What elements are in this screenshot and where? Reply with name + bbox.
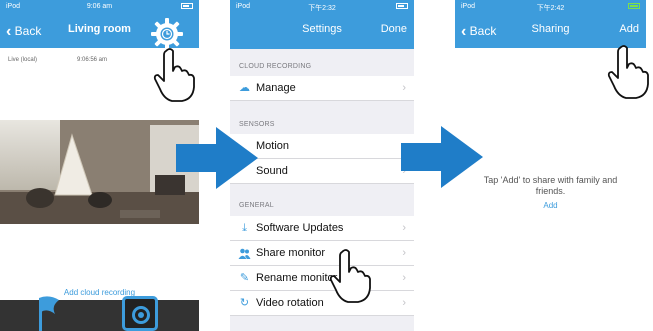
add-button[interactable]: Add [619, 23, 639, 35]
status-bar: iPod 下午2:32 [230, 0, 414, 14]
sharing-instructions: Tap 'Add' to share with family and frien… [465, 175, 636, 197]
chevron-right-icon: › [402, 247, 406, 259]
arrow-right-icon [401, 126, 483, 188]
hand-pointer-icon [153, 48, 195, 102]
row-label: Video rotation [256, 297, 324, 309]
settings-gear-icon[interactable] [150, 17, 184, 51]
settings-row-rename-monitor[interactable]: ✎ Rename monitor › [230, 266, 414, 291]
battery-icon [181, 3, 193, 10]
status-time: 下午2:32 [308, 5, 336, 12]
battery-icon [628, 3, 640, 10]
status-time: 下午2:42 [536, 5, 565, 12]
camera-icon[interactable] [122, 296, 158, 331]
hand-pointer-icon [329, 249, 371, 303]
section-header-cloud-recording: CLOUD RECORDING [239, 63, 312, 70]
flag-icon[interactable] [33, 294, 65, 331]
add-cloud-recording-link[interactable]: Add cloud recording [0, 288, 199, 297]
arrow-right-icon [176, 127, 258, 189]
pencil-icon: ✎ [239, 272, 250, 284]
section-header-general: GENERAL [239, 202, 274, 209]
live-time: 9:06:56 am [77, 57, 108, 63]
sharing-message-line2: friends. [535, 186, 566, 196]
status-bar: iPod 下午2:42 [455, 0, 646, 14]
hand-pointer-icon [607, 45, 649, 99]
nav-bar: ‹ Back Sharing Add [455, 14, 646, 48]
settings-row-video-rotation[interactable]: ↻ Video rotation › [230, 291, 414, 316]
add-link[interactable]: Add [455, 201, 646, 210]
row-label: Motion [256, 140, 290, 152]
chevron-right-icon: › [402, 222, 406, 234]
battery-icon [396, 3, 408, 10]
page-title: Sharing [531, 23, 570, 35]
cloud-icon: ☁ [239, 82, 250, 94]
nav-bar: Settings Done [230, 14, 414, 48]
row-label: Rename monitor [256, 272, 338, 284]
chevron-right-icon: › [402, 82, 406, 94]
status-bar: iPod 9:06 am [0, 0, 199, 14]
done-button[interactable]: Done [381, 23, 407, 35]
settings-row-share-monitor[interactable]: Share monitor › [230, 241, 414, 266]
status-time: 9:06 am [86, 3, 113, 10]
rotate-icon: ↻ [239, 297, 250, 309]
settings-row-manage[interactable]: ☁ Manage › [230, 76, 414, 101]
video-feed[interactable] [0, 120, 199, 224]
chevron-right-icon: › [402, 297, 406, 309]
live-name: Live (local) [8, 57, 38, 63]
bottom-toolbar [0, 300, 199, 331]
settings-row-software-updates[interactable]: ⤓ Software Updates › [230, 216, 414, 241]
row-label: Sound [256, 165, 288, 177]
row-label: Manage [256, 82, 296, 94]
download-icon: ⤓ [242, 222, 247, 234]
chevron-right-icon: › [402, 272, 406, 284]
row-label: Share monitor [256, 247, 326, 259]
sharing-message-line1: Tap 'Add' to share with family and [483, 175, 618, 185]
row-label: Software Updates [256, 222, 344, 234]
users-icon [238, 247, 251, 260]
